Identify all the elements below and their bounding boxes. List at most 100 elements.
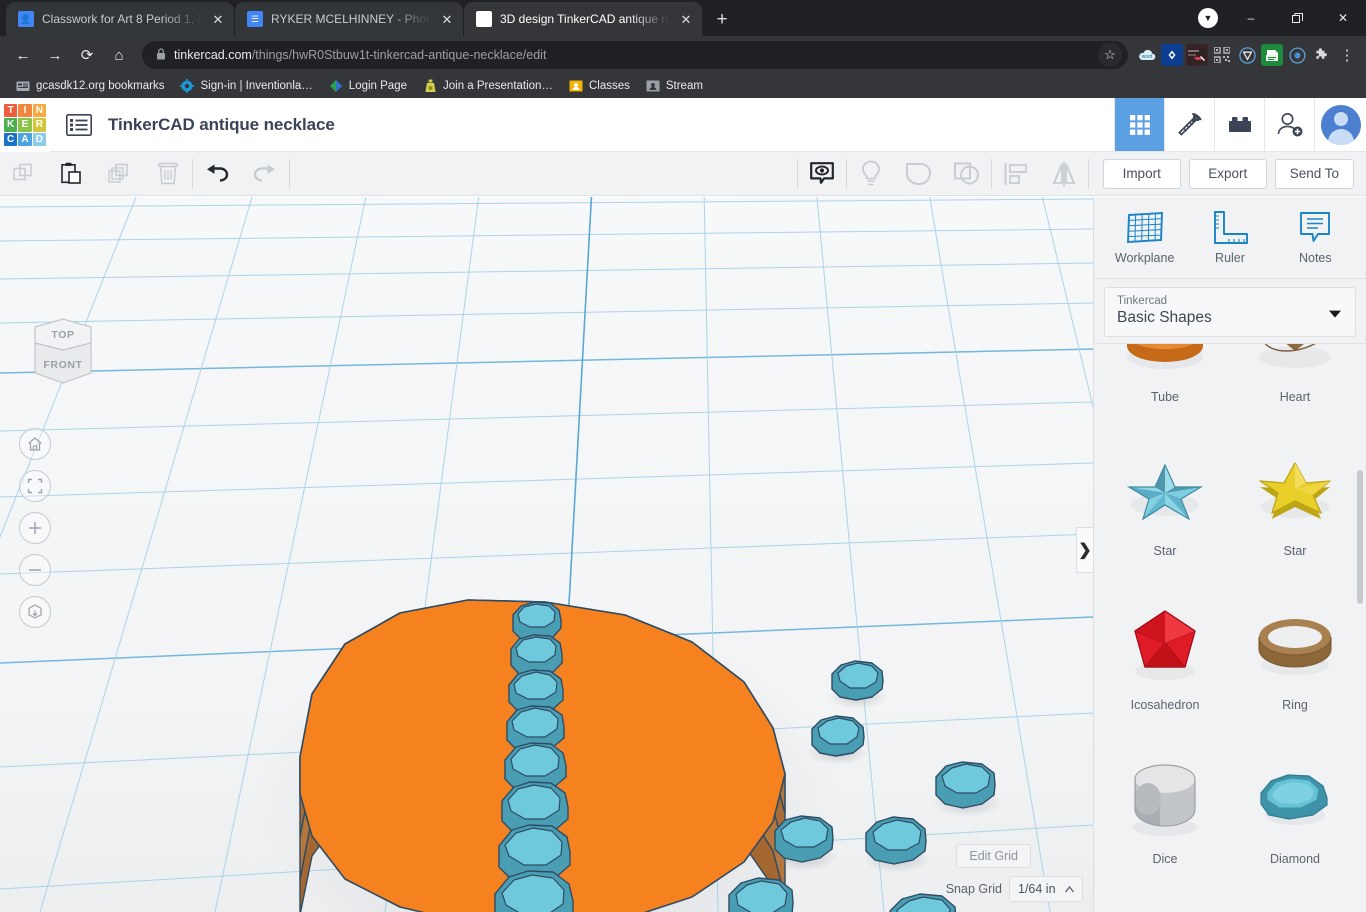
reload-button[interactable]: ⟳ [72, 40, 102, 70]
url-text: tinkercad.com/things/hwR0Stbuw1t-tinkerc… [174, 48, 1090, 62]
workplane-tool[interactable]: Workplane [1105, 210, 1185, 265]
close-window-button[interactable]: ✕ [1320, 2, 1366, 34]
send-to-button[interactable]: Send To [1274, 158, 1354, 189]
green-save-extension-icon[interactable] [1261, 44, 1283, 66]
maximize-button[interactable] [1274, 2, 1320, 34]
shape-label: Tube [1150, 390, 1180, 404]
fit-to-view-icon[interactable] [19, 470, 51, 502]
mirror-flip-icon[interactable] [1040, 152, 1088, 196]
chrome-menu-icon[interactable]: ⋮ [1336, 44, 1358, 66]
puzzle-glyph [1316, 48, 1327, 59]
tinkercad-logo[interactable]: T I N K E R C A D [0, 98, 50, 152]
qr-glyph [1214, 47, 1230, 63]
delete-trash-icon[interactable] [144, 152, 192, 196]
copy-icon[interactable] [0, 152, 48, 196]
shape-gallery-scroll[interactable]: Tube Heart Star Star Icosahedron Ring Di… [1094, 343, 1366, 912]
puzzle-extensions-icon[interactable] [1311, 44, 1333, 66]
forward-button[interactable]: → [40, 40, 70, 70]
new-tab-button[interactable]: + [708, 5, 736, 33]
minimize-button[interactable]: – [1228, 2, 1274, 34]
logo-tile: C [4, 132, 18, 146]
bookmark-item[interactable]: gcasdk12.org bookmarks [8, 77, 172, 95]
shield-extension-icon[interactable] [1236, 44, 1258, 66]
tab-title: Classwork for Art 8 Period 1, MP [42, 12, 202, 26]
3d-workplane-canvas[interactable]: TOP FRONT ❯ Edit Grid Snap Grid 1/64 in [0, 197, 1093, 912]
shape-library-selector[interactable]: Tinkercad Basic Shapes [1104, 287, 1356, 337]
shape-gallery-item[interactable]: Heart [1230, 344, 1360, 432]
shape-gallery-item[interactable]: Star [1230, 432, 1360, 586]
brick-lego-icon[interactable] [1214, 98, 1264, 151]
tab-close-button[interactable]: ✕ [439, 11, 455, 27]
import-button[interactable]: Import [1102, 158, 1181, 189]
green-diamond-icon [329, 79, 343, 93]
zoom-out-icon[interactable] [19, 554, 51, 586]
bookmark-star-icon[interactable]: ☆ [1098, 43, 1122, 67]
pickaxe-codeblocks-icon[interactable] [1164, 98, 1214, 151]
blue-diamond-extension-icon[interactable] [1161, 44, 1183, 66]
notes-tool[interactable]: Notes [1275, 210, 1355, 265]
shape-gallery-item[interactable]: Icosahedron [1100, 586, 1230, 740]
profile-avatar-chip[interactable]: ▼ [1198, 8, 1218, 28]
brick-glyph [1228, 116, 1251, 132]
bookmark-item[interactable]: Stream [638, 77, 711, 95]
bookmark-item[interactable]: Join a Presentation… [415, 77, 561, 95]
app-main: TOP FRONT ❯ Edit Grid Snap Grid 1/64 in … [0, 197, 1366, 912]
user-avatar-button[interactable] [1314, 98, 1366, 151]
page-title[interactable]: TinkerCAD antique necklace [96, 98, 335, 151]
home-view-icon[interactable] [19, 428, 51, 460]
browser-chrome: 👤 Classwork for Art 8 Period 1, MP ✕ ☰ R… [0, 0, 1366, 98]
star-glyph [1126, 463, 1204, 521]
browser-tab-2[interactable]: ☰ RYKER MCELHINNEY - Photo Do ✕ [235, 2, 463, 36]
tab-close-button[interactable]: ✕ [210, 11, 226, 27]
add-person-icon[interactable] [1264, 98, 1314, 151]
undo-icon[interactable] [193, 152, 241, 196]
panel-scrollbar[interactable] [1357, 470, 1363, 604]
circle-dot-extension-icon[interactable] [1286, 44, 1308, 66]
shape-gallery-item[interactable]: Diamond [1230, 740, 1360, 894]
zoom-in-icon[interactable] [19, 512, 51, 544]
duplicate-icon[interactable] [96, 152, 144, 196]
paste-icon[interactable] [48, 152, 96, 196]
view-cube-front-face[interactable]: FRONT [27, 355, 99, 375]
ungroup-shapes-icon[interactable] [943, 152, 991, 196]
browser-tab-3[interactable]: 3D design TinkerCAD antique ne ✕ [464, 2, 702, 36]
view-cube[interactable]: TOP FRONT [27, 317, 99, 395]
view-cube-top-face[interactable]: TOP [27, 325, 99, 345]
classroom-icon [646, 79, 660, 93]
perspective-toggle-icon[interactable] [19, 596, 51, 628]
bookmark-label: gcasdk12.org bookmarks [36, 80, 165, 92]
shape-gallery-item[interactable]: Tube [1100, 344, 1230, 432]
tinkercad-app: T I N K E R C A D TinkerCAD antique neck… [0, 98, 1366, 912]
svg-text:word: word [1142, 54, 1153, 60]
light-bulb-icon[interactable] [847, 152, 895, 196]
align-icon[interactable] [992, 152, 1040, 196]
gear-glyph [180, 79, 195, 93]
panel-collapse-toggle[interactable]: ❯ [1076, 527, 1093, 573]
grid-dashboard-icon[interactable] [1114, 98, 1164, 151]
dark-banner-extension-icon[interactable] [1186, 44, 1208, 66]
show-hide-eye-icon[interactable] [798, 152, 846, 196]
bookmark-item[interactable]: Classes [561, 77, 638, 95]
home-button[interactable]: ⌂ [104, 40, 134, 70]
shape-gallery-item[interactable]: Ring [1230, 586, 1360, 740]
bookmark-item[interactable]: Login Page [321, 77, 415, 95]
snap-grid-select[interactable]: 1/64 in [1009, 876, 1083, 902]
shape-label: Heart [1279, 390, 1311, 404]
group-shapes-icon[interactable] [895, 152, 943, 196]
redo-icon[interactable] [241, 152, 289, 196]
bookmark-item[interactable]: Sign-in | Inventionla… [172, 77, 320, 95]
shape-gallery-item[interactable]: Dice [1100, 740, 1230, 894]
scattered-gem [863, 816, 931, 873]
tab-close-button[interactable]: ✕ [678, 11, 694, 27]
word-cloud-extension-icon[interactable]: word [1136, 44, 1158, 66]
ruler-tool[interactable]: Ruler [1190, 210, 1270, 265]
qr-code-extension-icon[interactable] [1211, 44, 1233, 66]
edit-grid-button[interactable]: Edit Grid [956, 844, 1031, 868]
export-button[interactable]: Export [1188, 158, 1267, 189]
shape-gallery-item[interactable]: Star [1100, 432, 1230, 586]
address-bar[interactable]: tinkercad.com/things/hwR0Stbuw1t-tinkerc… [142, 41, 1128, 69]
browser-tab-1[interactable]: 👤 Classwork for Art 8 Period 1, MP ✕ [6, 2, 234, 36]
back-button[interactable]: ← [8, 40, 38, 70]
chevron-down-icon[interactable] [1329, 310, 1341, 318]
design-list-icon[interactable] [62, 98, 96, 152]
